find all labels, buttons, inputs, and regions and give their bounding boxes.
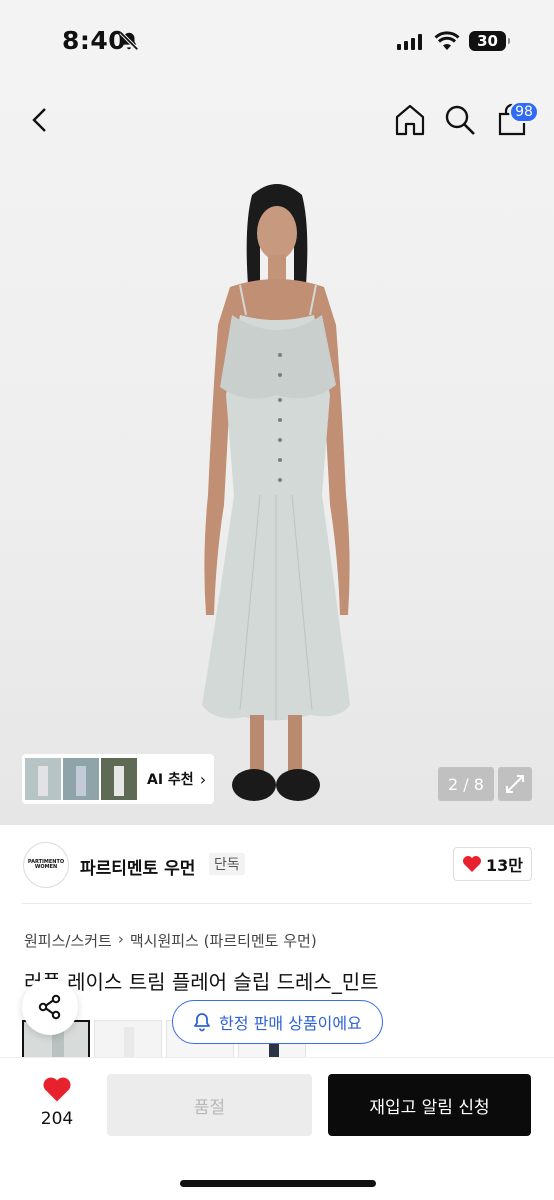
restock-alert-button[interactable]: 재입고 알림 신청 — [328, 1074, 531, 1136]
ai-thumbnail — [63, 758, 99, 800]
expand-icon — [506, 775, 524, 793]
home-icon[interactable] — [392, 102, 428, 138]
soldout-button: 품절 — [107, 1074, 312, 1136]
product-title: 러플 레이스 트림 플레어 슬립 드레스_민트 — [24, 970, 379, 994]
divider — [22, 903, 532, 904]
share-button[interactable] — [22, 979, 78, 1035]
wifi-icon — [434, 31, 460, 50]
breadcrumb-category[interactable]: 원피스/스커트 — [24, 930, 112, 951]
cart-count-badge: 98 — [509, 101, 539, 123]
home-indicator — [180, 1180, 376, 1187]
color-option-thumb[interactable] — [94, 1020, 162, 1060]
product-photo-model — [202, 184, 350, 801]
back-arrow-icon[interactable] — [24, 104, 56, 136]
chevron-right-icon: › — [199, 769, 207, 789]
brand-like-button[interactable]: 13만 — [453, 847, 532, 881]
breadcrumb: 원피스/스커트 › 맥시원피스 (파르티멘토 우먼) — [24, 930, 317, 951]
bottom-action-bar: 204 품절 재입고 알림 신청 — [0, 1057, 554, 1200]
heart-icon — [463, 856, 481, 872]
exclusive-badge: 단독 — [209, 853, 245, 875]
status-bar: 8:40 30 — [0, 0, 554, 80]
ai-thumbnail — [101, 758, 137, 800]
brand-row: PARTIMENTO WOMEN 파르티멘토 우먼 단독 13만 — [0, 825, 554, 905]
clock: 8:40 — [62, 26, 127, 55]
product-image-gallery[interactable]: 98 AI 추천 › 2 / 8 — [0, 80, 554, 825]
expand-button[interactable] — [498, 767, 532, 801]
share-icon — [38, 994, 61, 1020]
bell-muted-icon — [119, 31, 139, 51]
brand-name[interactable]: 파르티멘토 우먼 — [80, 854, 195, 879]
brand-like-count: 13만 — [486, 856, 523, 875]
battery-indicator: 30 — [469, 31, 510, 51]
limited-sale-badge: 한정 판매 상품이에요 — [172, 1000, 383, 1044]
ai-recommend-label: AI 추천 — [147, 772, 194, 788]
brand-logo[interactable]: PARTIMENTO WOMEN — [23, 842, 69, 888]
ai-recommend-card[interactable]: AI 추천 › — [22, 754, 214, 804]
wishlist-count: 204 — [40, 1109, 74, 1129]
search-icon[interactable] — [442, 102, 478, 138]
breadcrumb-subcategory[interactable]: 맥시원피스 (파르티멘토 우먼) — [130, 930, 317, 951]
image-counter: 2 / 8 — [438, 767, 494, 801]
ai-thumbnail — [25, 758, 61, 800]
wishlist-button[interactable]: 204 — [34, 1076, 80, 1129]
bell-icon — [194, 1013, 211, 1032]
cell-signal-icon — [397, 34, 422, 50]
chevron-right-icon: › — [117, 930, 124, 948]
heart-icon — [43, 1077, 71, 1102]
